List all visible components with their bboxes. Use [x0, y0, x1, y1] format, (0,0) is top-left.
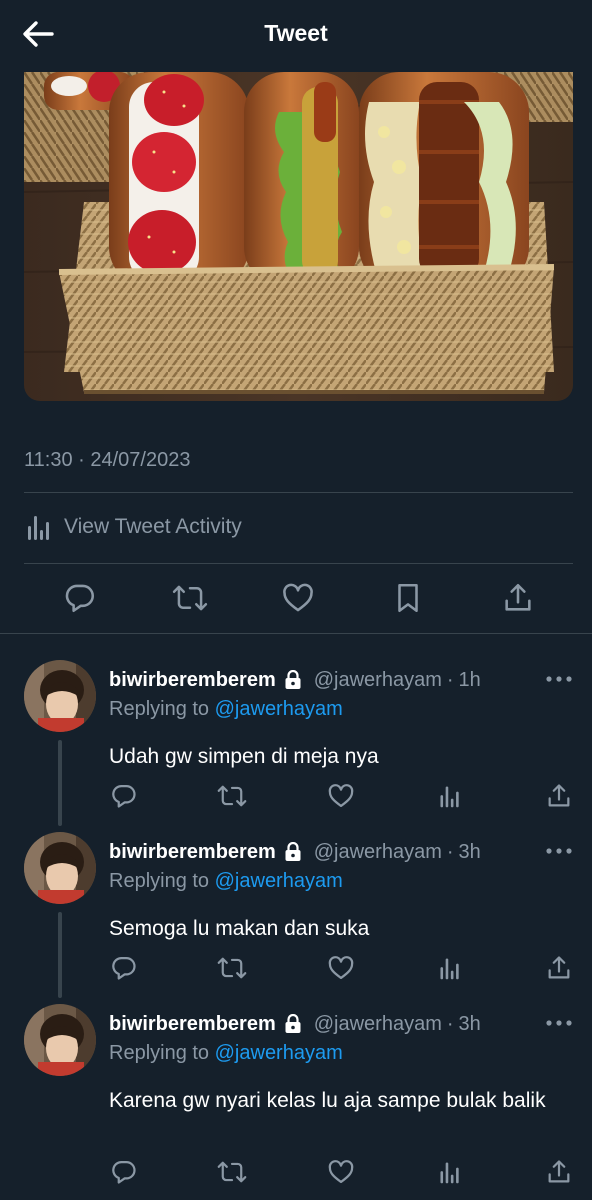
display-name[interactable]: biwirberemberem — [109, 669, 276, 692]
like-button[interactable] — [325, 780, 357, 812]
mention-link[interactable]: @jawerhayam — [215, 698, 343, 720]
retweet-icon — [217, 785, 247, 807]
replying-prefix: Replying to — [109, 1042, 210, 1064]
reply-action-bar — [0, 1156, 592, 1188]
tweet-timestamp: 11:30 · 24/07/2023 — [24, 449, 191, 471]
bookmark-icon — [398, 583, 418, 613]
like-icon — [328, 784, 354, 808]
activity-label: View Tweet Activity — [64, 515, 242, 538]
analytics-button[interactable] — [434, 780, 466, 812]
retweet-icon — [172, 585, 208, 611]
reply-time: 3h — [458, 840, 481, 863]
user-handle[interactable]: @jawerhayam — [314, 841, 442, 864]
reply-action-bar — [0, 780, 592, 812]
lock-icon — [285, 670, 301, 689]
replying-to: Replying to @jawerhayam — [109, 870, 343, 893]
reply-icon — [112, 784, 136, 808]
like-button[interactable] — [325, 952, 357, 984]
retweet-button[interactable] — [172, 578, 208, 618]
reply-button[interactable] — [108, 1156, 140, 1188]
like-button[interactable] — [325, 1156, 357, 1188]
share-icon — [548, 956, 570, 979]
reply-icon — [112, 956, 136, 980]
share-button[interactable] — [543, 1156, 575, 1188]
more-button[interactable] — [544, 672, 574, 686]
tweet-photo[interactable] — [24, 72, 573, 401]
reply-time: 1h — [458, 668, 481, 691]
reply-button[interactable] — [108, 952, 140, 984]
analytics-icon — [28, 516, 49, 540]
like-icon — [283, 583, 313, 612]
avatar[interactable] — [24, 660, 96, 732]
separator-dot: · — [446, 668, 454, 691]
analytics-icon — [440, 786, 459, 808]
reply-action-bar — [0, 952, 592, 984]
top-bar: Tweet — [0, 0, 592, 70]
separator-dot: · — [446, 1012, 454, 1035]
bookmark-button[interactable] — [390, 578, 426, 618]
divider — [24, 492, 573, 493]
analytics-icon — [440, 1162, 459, 1184]
reply-text: Semoga lu makan dan suka — [109, 917, 370, 940]
share-icon — [548, 1160, 570, 1183]
user-handle[interactable]: @jawerhayam — [314, 669, 442, 692]
mention-link[interactable]: @jawerhayam — [215, 870, 343, 892]
retweet-icon — [217, 957, 247, 979]
retweet-button[interactable] — [216, 952, 248, 984]
share-button[interactable] — [543, 952, 575, 984]
display-name[interactable]: biwirberemberem — [109, 841, 276, 864]
view-tweet-activity[interactable]: View Tweet Activity — [24, 510, 242, 544]
lock-icon — [285, 842, 301, 861]
reply-header: biwirberemberem @jawerhayam · 1h — [109, 666, 481, 694]
avatar[interactable] — [24, 832, 96, 904]
reply-time: 3h — [458, 1012, 481, 1035]
reply-header: biwirberemberem @jawerhayam · 3h — [109, 838, 481, 866]
divider — [24, 563, 573, 564]
more-icon — [546, 1020, 572, 1026]
page-title: Tweet — [264, 20, 328, 46]
reply-text: Karena gw nyari kelas lu aja sampe bulak… — [109, 1089, 546, 1112]
replying-prefix: Replying to — [109, 698, 210, 720]
display-name[interactable]: biwirberemberem — [109, 1013, 276, 1036]
more-icon — [546, 676, 572, 682]
retweet-button[interactable] — [216, 1156, 248, 1188]
replying-to: Replying to @jawerhayam — [109, 1042, 343, 1065]
mention-link[interactable]: @jawerhayam — [215, 1042, 343, 1064]
analytics-button[interactable] — [434, 952, 466, 984]
retweet-icon — [217, 1161, 247, 1183]
share-button[interactable] — [500, 578, 536, 618]
avatar[interactable] — [24, 1004, 96, 1076]
replying-to: Replying to @jawerhayam — [109, 698, 343, 721]
tweet-action-bar — [0, 578, 592, 618]
reply-text: Udah gw simpen di meja nya — [109, 745, 379, 768]
reply-icon — [112, 1160, 136, 1184]
reply-icon — [65, 584, 95, 613]
analytics-icon — [440, 958, 459, 980]
share-icon — [505, 583, 531, 611]
more-button[interactable] — [544, 1016, 574, 1030]
replying-prefix: Replying to — [109, 870, 210, 892]
reply-button[interactable] — [108, 780, 140, 812]
reply-header: biwirberemberem @jawerhayam · 3h — [109, 1010, 481, 1038]
share-button[interactable] — [543, 780, 575, 812]
retweet-button[interactable] — [216, 780, 248, 812]
user-handle[interactable]: @jawerhayam — [314, 1013, 442, 1036]
like-button[interactable] — [280, 578, 316, 618]
separator-dot: · — [446, 840, 454, 863]
like-icon — [328, 956, 354, 980]
like-icon — [328, 1160, 354, 1184]
share-icon — [548, 784, 570, 807]
more-button[interactable] — [544, 844, 574, 858]
divider — [0, 633, 592, 634]
more-icon — [546, 848, 572, 854]
analytics-button[interactable] — [434, 1156, 466, 1188]
reply-button[interactable] — [62, 578, 98, 618]
lock-icon — [285, 1014, 301, 1033]
